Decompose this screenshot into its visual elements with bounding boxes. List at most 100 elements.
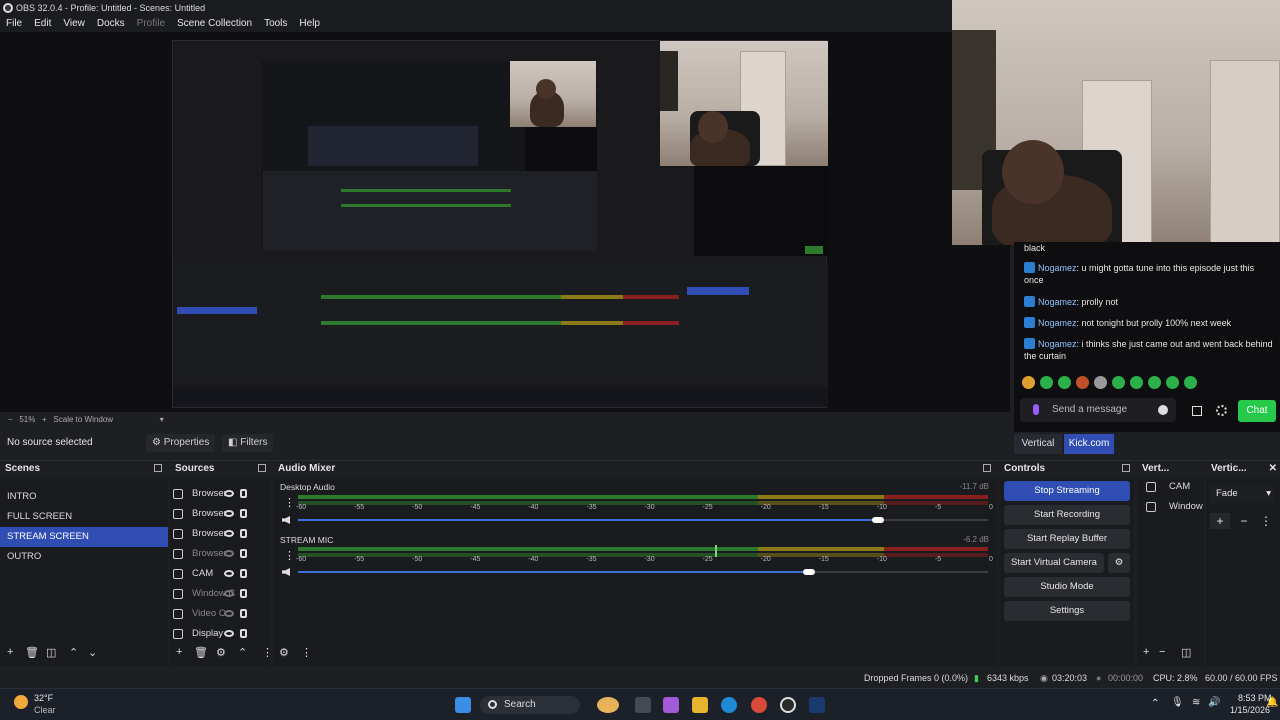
speaker-icon[interactable] [282,568,290,576]
zoom-minus[interactable]: − [8,415,17,424]
weather-icon[interactable] [14,695,28,709]
scene-item-full-screen[interactable]: FULL SCREEN [0,507,168,527]
undock-icon[interactable] [258,464,266,472]
zoom-plus[interactable]: + [38,415,52,424]
source-item[interactable]: CAM [170,564,270,584]
lock-icon[interactable] [240,629,247,638]
emote-icon[interactable] [1022,376,1035,389]
filters-button[interactable]: ◧ Filters [222,434,274,452]
chrome-icon[interactable] [751,697,767,713]
clock-date[interactable]: 1/15/2026 [1230,705,1270,715]
move-down-icon[interactable]: ⌄ [88,646,97,659]
filters-icon[interactable]: ◫ [1181,646,1191,659]
chevron-down-icon[interactable]: ▾ [115,415,164,424]
chat-input[interactable]: Send a message [1020,398,1176,422]
settings-button[interactable]: Settings [1004,601,1130,621]
vertical-source-item[interactable]: Window C [1137,497,1204,517]
volume-slider-handle[interactable] [803,569,815,575]
notification-icon[interactable]: 🔔 [1266,697,1278,708]
microphone-icon[interactable]: 🎙 [1171,697,1184,708]
microphone-icon[interactable] [1033,404,1039,415]
more-icon[interactable]: ⋮ [301,646,312,659]
add-icon[interactable]: + [1143,646,1149,658]
menu-edit[interactable]: Edit [28,16,57,32]
trash-icon[interactable]: 🗑 [194,646,208,659]
emoji-icon[interactable] [1158,405,1168,415]
stop-streaming-button[interactable]: Stop Streaming [1004,481,1130,501]
eye-hidden-icon[interactable] [224,610,234,617]
undock-icon[interactable] [154,464,162,472]
properties-button[interactable]: ⚙ Properties [146,434,216,452]
filters-icon[interactable]: ◫ [46,646,56,659]
chat-username[interactable]: Nogamez [1038,318,1077,328]
taskbar-search[interactable]: Search [480,696,580,714]
eye-icon[interactable] [224,490,234,497]
chevron-up-icon[interactable]: ⌃ [1151,698,1159,709]
lock-icon[interactable] [240,549,247,558]
emote-icon[interactable] [1166,376,1179,389]
menu-help[interactable]: Help [293,16,326,32]
lock-icon[interactable] [240,489,247,498]
source-item[interactable]: Browser [170,504,270,524]
eye-icon[interactable] [224,570,234,577]
menu-file[interactable]: File [0,16,28,32]
transition-select[interactable]: Fade ▾ [1210,485,1274,503]
chat-username[interactable]: Nogamez [1038,339,1077,349]
lock-icon[interactable] [240,569,247,578]
chat-username[interactable]: Nogamez [1038,297,1077,307]
volume-icon[interactable]: 🔊 [1208,697,1220,708]
source-item[interactable]: Window C [170,584,270,604]
eye-icon[interactable] [224,630,234,637]
emote-icon[interactable] [1058,376,1071,389]
more-icon[interactable]: ⋮ [284,549,295,562]
chat-username[interactable]: Nogamez [1038,263,1077,273]
file-explorer-icon[interactable] [692,697,708,713]
gear-icon[interactable] [1216,405,1227,416]
add-icon[interactable]: + [1210,513,1230,529]
obs-icon[interactable] [780,697,796,713]
lock-icon[interactable] [240,529,247,538]
eye-icon[interactable] [224,510,234,517]
emote-icon[interactable] [1076,376,1089,389]
remove-icon[interactable]: − [1234,513,1254,529]
tab-vertical[interactable]: Vertical [1014,434,1062,454]
lock-icon[interactable] [240,609,247,618]
wifi-icon[interactable]: ≋ [1192,697,1200,708]
add-icon[interactable]: + [176,646,182,658]
more-icon[interactable]: ⋮ [1258,513,1274,529]
move-up-icon[interactable]: ⌃ [238,646,247,659]
weather-temp[interactable]: 32°F [34,693,53,703]
source-item[interactable]: Browser [170,544,270,564]
start-recording-button[interactable]: Start Recording [1004,505,1130,525]
menu-scene-collection[interactable]: Scene Collection [171,16,258,32]
gear-icon[interactable]: ⚙ [279,646,289,659]
source-item[interactable]: Browser [170,524,270,544]
undock-icon[interactable] [983,464,991,472]
more-icon[interactable]: ⋮ [262,646,273,659]
start-virtual-camera-button[interactable]: Start Virtual Camera [1004,553,1104,573]
move-up-icon[interactable]: ⌃ [69,646,78,659]
copilot-icon[interactable] [663,697,679,713]
scene-item-intro[interactable]: INTRO [0,487,168,507]
emote-icon[interactable] [1094,376,1107,389]
add-icon[interactable]: + [7,646,13,658]
studio-mode-button[interactable]: Studio Mode [1004,577,1130,597]
gift-icon[interactable] [1192,406,1202,416]
scene-item-stream-screen[interactable]: STREAM SCREEN [0,527,168,547]
trash-icon[interactable]: 🗑 [25,646,39,659]
scene-item-outro[interactable]: OUTRO [0,547,168,567]
source-item[interactable]: Display [170,624,270,644]
emote-icon[interactable] [1148,376,1161,389]
remove-icon[interactable]: − [1159,646,1165,658]
menu-docks[interactable]: Docks [91,16,131,32]
weather-desc[interactable]: Clear [34,705,56,715]
vertical-source-item[interactable]: CAM [1137,477,1204,497]
eye-icon[interactable] [224,530,234,537]
preview-canvas[interactable] [172,40,828,408]
source-item[interactable]: Browser [170,484,270,504]
menu-tools[interactable]: Tools [258,16,293,32]
eye-hidden-icon[interactable] [224,550,234,557]
lock-icon[interactable] [240,509,247,518]
gear-icon[interactable]: ⚙ [1108,553,1130,573]
volume-slider-handle[interactable] [872,517,884,523]
